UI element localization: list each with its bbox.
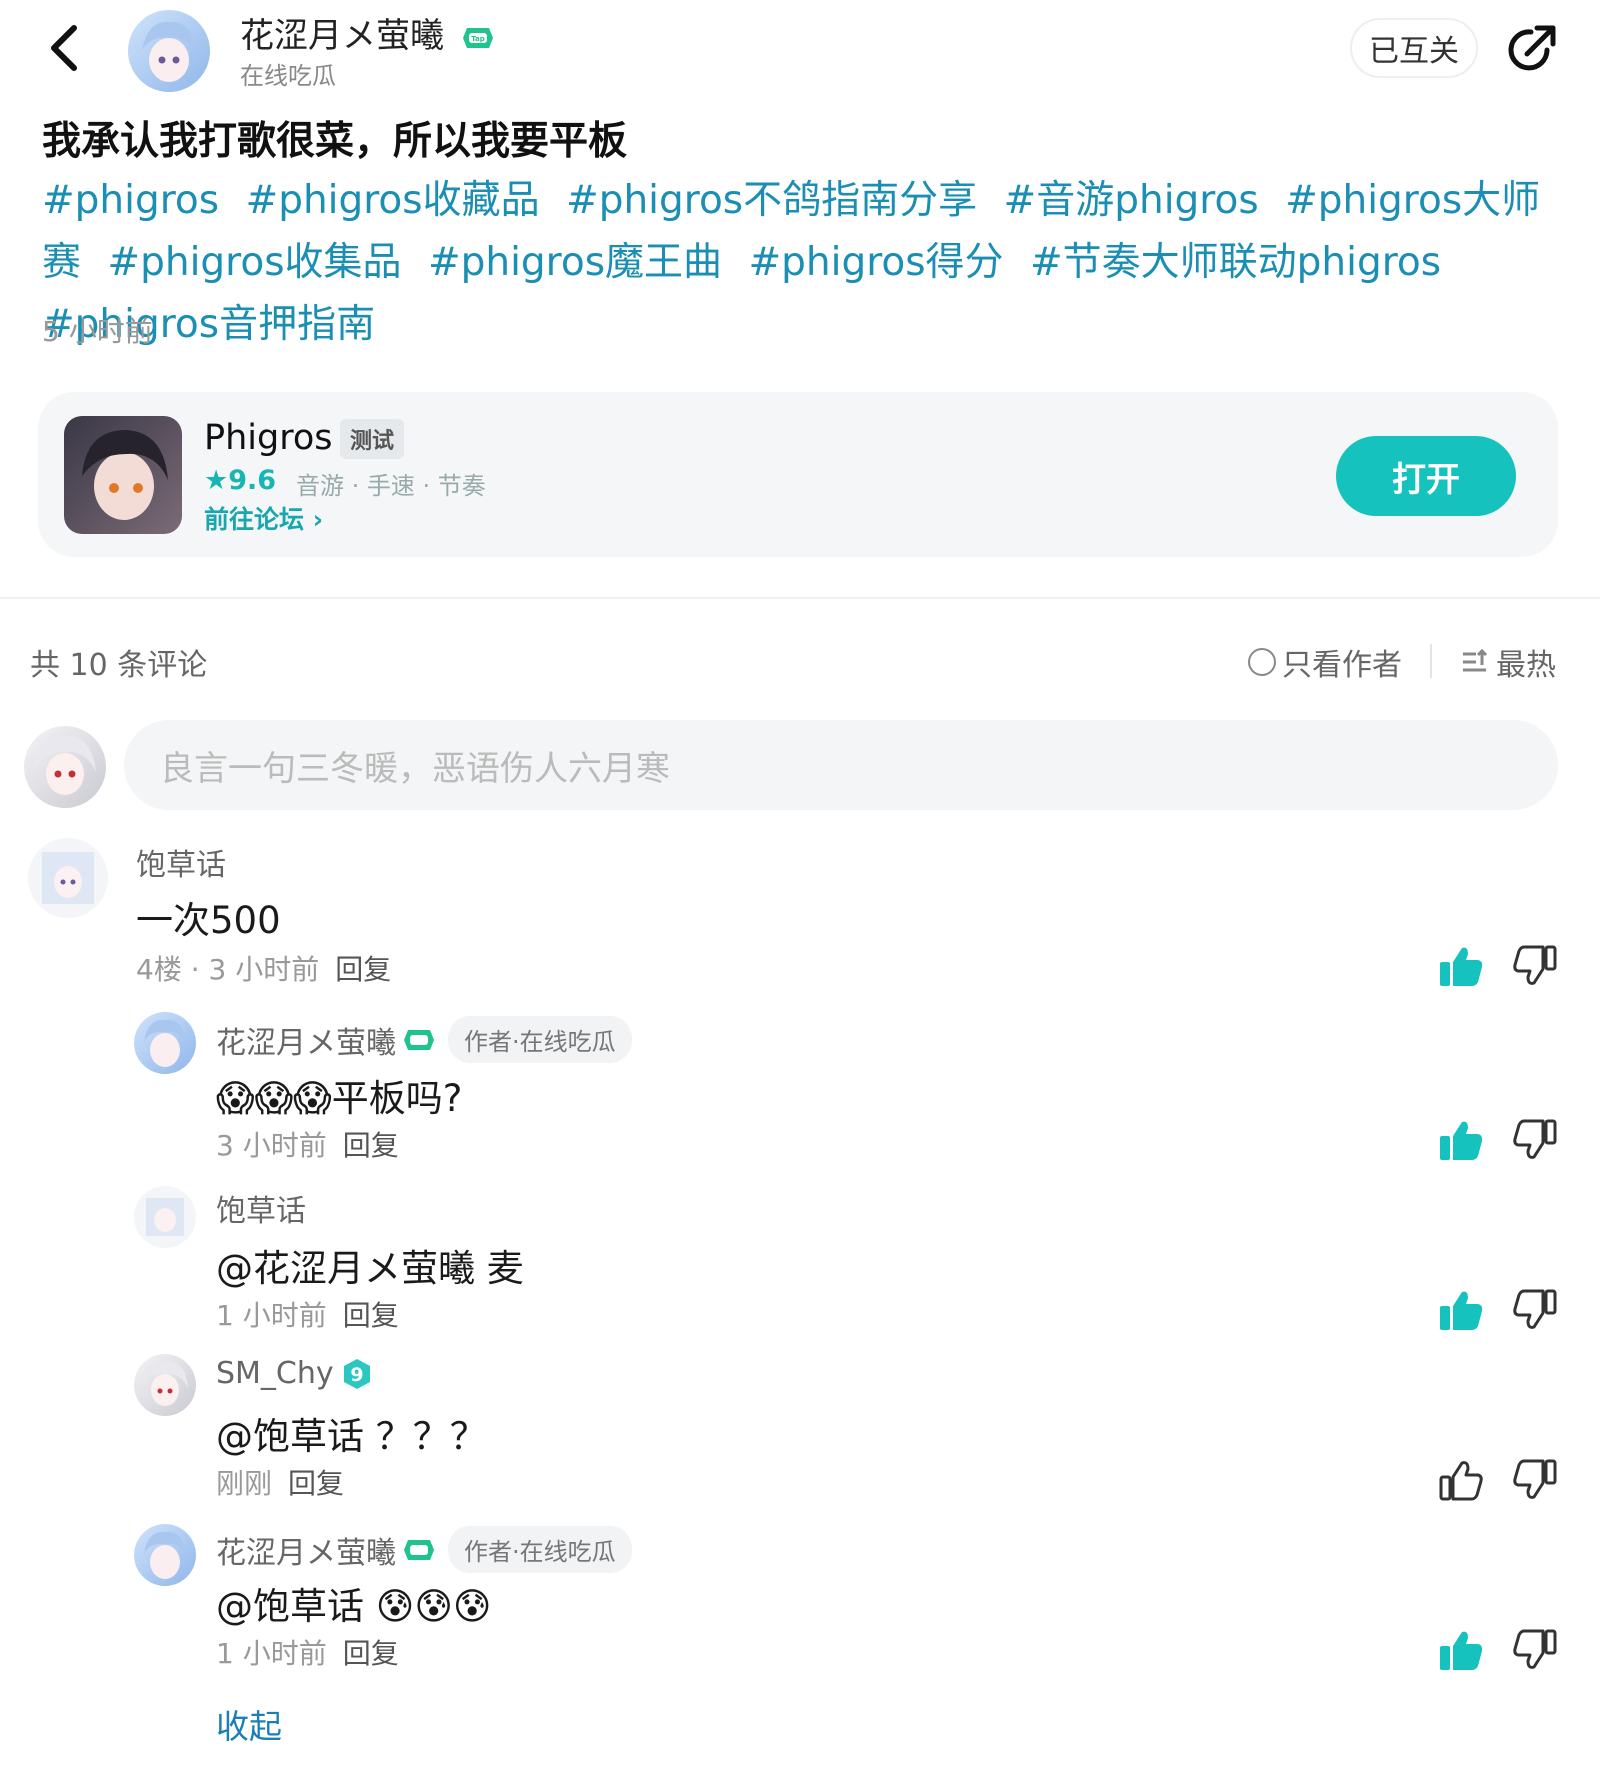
tag-link[interactable]: #phigros [42, 178, 219, 223]
avatar[interactable] [134, 1012, 196, 1074]
tag-link[interactable]: #音游phigros [1004, 178, 1259, 223]
tap-badge-icon [404, 1539, 434, 1560]
comment-body: 一次500 [136, 899, 281, 942]
section-divider [0, 597, 1600, 599]
collapse-replies-button[interactable]: 收起 [216, 1700, 282, 1748]
comment-meta: 3 小时前 回复 [216, 1124, 399, 1164]
reply-button[interactable]: 回复 [335, 953, 391, 986]
comment-time: 1 小时前 [216, 1637, 327, 1670]
post-time: 5 小时前 [42, 315, 153, 348]
thumb-up-icon[interactable] [1438, 1288, 1484, 1332]
avatar[interactable] [134, 1524, 196, 1586]
open-app-button[interactable]: 打开 [1336, 436, 1516, 516]
comment-meta: 1 小时前 回复 [216, 1294, 399, 1334]
comment-author[interactable]: 花涩月メ萤曦 作者·在线吃瓜 [216, 1016, 632, 1063]
comment-author-name: SM_Chy [216, 1356, 334, 1391]
comment-author[interactable]: 饱草话 [136, 840, 226, 884]
post-title: 我承认我打歌很菜，所以我要平板 [42, 119, 628, 164]
avatar[interactable] [28, 838, 108, 918]
tag-link[interactable]: #phigros收藏品 [246, 178, 540, 223]
reply-button[interactable]: 回复 [288, 1467, 344, 1500]
tap-badge-icon [404, 1029, 434, 1050]
comment-author-name: 花涩月メ萤曦 [216, 1535, 396, 1571]
tag-link[interactable]: #phigros魔王曲 [428, 240, 722, 285]
separator [1430, 644, 1432, 678]
tag-link[interactable]: #phigros收集品 [107, 240, 401, 285]
tag-link[interactable]: #phigros得分 [748, 240, 1003, 285]
author-tag: 作者·在线吃瓜 [448, 1526, 632, 1573]
comment-meta: 刚刚 回复 [216, 1462, 344, 1502]
comment-input[interactable]: 良言一句三冬暖，恶语伤人六月寒 [124, 720, 1558, 810]
level-badge-icon: 9 [343, 1358, 370, 1389]
comment-body: @饱草话 ？？？ [216, 1415, 487, 1458]
app-rating: ★9.6 [204, 465, 277, 496]
thumb-down-icon[interactable] [1512, 1288, 1558, 1332]
comment-author[interactable]: SM_Chy 9 [216, 1356, 374, 1391]
sort-toggle[interactable]: 最热 [1460, 640, 1556, 684]
comment-body: @花涩月メ萤曦 麦 [216, 1247, 524, 1290]
test-badge: 测试 [340, 419, 405, 459]
comment-author-name: 饱草话 [136, 848, 226, 883]
tag-link[interactable]: #节奏大师联动phigros [1030, 240, 1441, 285]
author-tag: 作者·在线吃瓜 [448, 1016, 632, 1063]
back-arrow-icon[interactable] [44, 22, 84, 74]
comment-body: @饱草话 😰😰😰 [216, 1585, 492, 1628]
tap-badge-icon: Tap [462, 27, 493, 48]
comment-author[interactable]: 花涩月メ萤曦 作者·在线吃瓜 [216, 1526, 632, 1573]
thumb-down-icon[interactable] [1512, 1458, 1558, 1502]
sort-icon [1463, 648, 1488, 672]
thumb-down-icon[interactable] [1512, 1628, 1558, 1672]
reply-button[interactable]: 回复 [343, 1129, 399, 1162]
only-author-toggle[interactable]: 只看作者 [1248, 640, 1402, 684]
author-name-text: 花涩月メ萤曦 [240, 16, 444, 56]
comment-count: 共 10 条评论 [30, 648, 208, 683]
author-status: 在线吃瓜 [240, 62, 336, 90]
author-avatar[interactable] [128, 10, 210, 92]
thumb-up-icon[interactable] [1438, 1118, 1484, 1162]
comment-meta: 4楼 · 3 小时前 回复 [136, 948, 391, 988]
app-icon[interactable] [64, 416, 182, 534]
avatar[interactable] [134, 1354, 196, 1416]
app-tags: 音游 · 手速 · 节奏 [296, 472, 486, 500]
comment-author-name: 饱草话 [216, 1194, 306, 1229]
reply-button[interactable]: 回复 [343, 1299, 399, 1332]
svg-text:Tap: Tap [471, 35, 485, 43]
follow-button[interactable]: 已互关 [1350, 18, 1478, 78]
comment-time: 3 小时前 [216, 1129, 327, 1162]
thumb-down-icon[interactable] [1512, 944, 1558, 988]
comment-time: 1 小时前 [216, 1299, 327, 1332]
comment-meta: 1 小时前 回复 [216, 1632, 399, 1672]
only-author-label: 只看作者 [1282, 648, 1402, 683]
forum-link[interactable]: 前往论坛 › [204, 500, 323, 536]
thumb-down-icon[interactable] [1512, 1118, 1558, 1162]
comment-time: 刚刚 [216, 1467, 273, 1500]
tag-list: #phigros #phigros收藏品 #phigros不鸽指南分享 #音游p… [42, 170, 1562, 356]
share-icon[interactable] [1503, 20, 1561, 78]
thumb-up-icon[interactable] [1438, 944, 1484, 988]
comment-time: 4楼 · 3 小时前 [136, 953, 320, 986]
avatar[interactable] [134, 1186, 196, 1248]
comment-author-name: 花涩月メ萤曦 [216, 1025, 396, 1061]
comment-body: 😱😱😱平板吗? [216, 1077, 463, 1120]
thumb-up-icon[interactable] [1438, 1458, 1484, 1502]
sort-label: 最热 [1496, 648, 1556, 683]
app-name: Phigros [204, 418, 333, 458]
level-value: 9 [350, 1364, 363, 1386]
comment-author[interactable]: 饱草话 [216, 1186, 306, 1230]
circle-icon [1248, 648, 1276, 676]
thumb-up-icon[interactable] [1438, 1628, 1484, 1672]
tag-link[interactable]: #phigros不鸽指南分享 [566, 178, 977, 223]
my-avatar[interactable] [24, 726, 106, 808]
reply-button[interactable]: 回复 [343, 1637, 399, 1670]
author-name[interactable]: 花涩月メ萤曦 Tap [240, 8, 495, 57]
